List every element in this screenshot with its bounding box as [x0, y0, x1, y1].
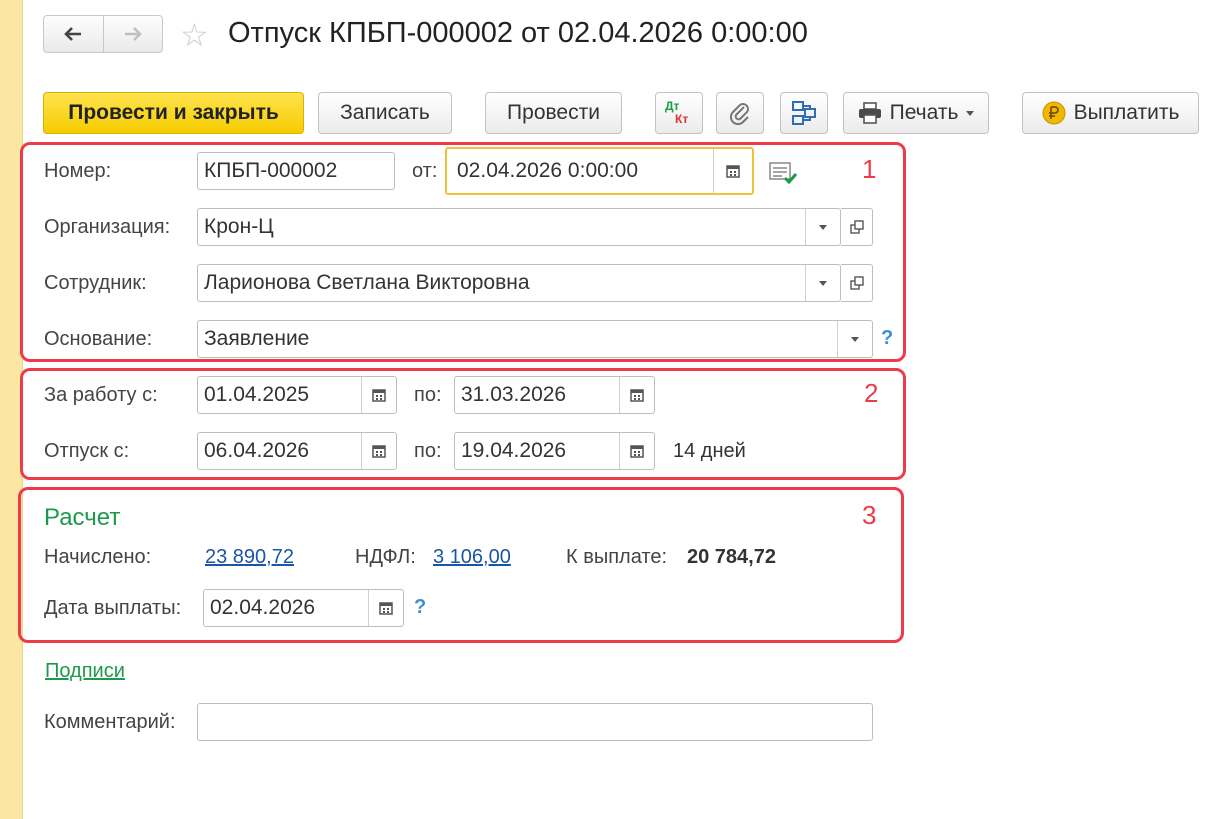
payment-date-help-icon[interactable]: ? — [414, 596, 426, 619]
favorite-star-icon[interactable]: ☆ — [180, 17, 209, 53]
work-from-value: 01.04.2025 — [204, 383, 310, 406]
calendar-icon[interactable] — [713, 149, 752, 193]
forward-arrow-icon[interactable] — [104, 16, 163, 52]
calendar-icon[interactable] — [361, 433, 396, 469]
comment-label: Комментарий: — [44, 711, 176, 733]
pay-label: Выплатить — [1073, 101, 1180, 124]
accrued-label: Начислено: — [44, 546, 152, 568]
basis-field[interactable]: Заявление — [197, 320, 873, 358]
edit-number-icon[interactable] — [768, 160, 798, 192]
work-to-field[interactable]: 31.03.2026 — [454, 376, 655, 414]
ndfl-label: НДФЛ: — [355, 546, 416, 568]
organization-open-icon[interactable] — [841, 208, 873, 246]
number-value: КПБП-000002 — [204, 159, 338, 182]
basis-dropdown-icon[interactable] — [837, 321, 872, 357]
employee-open-icon[interactable] — [841, 264, 873, 302]
from-label: от: — [412, 160, 438, 182]
document-date-field[interactable]: 02.04.2026 0:00:00 — [445, 147, 754, 195]
vacation-days-count: 14 дней — [673, 440, 746, 462]
employee-value: Ларионова Светлана Викторовна — [204, 271, 530, 294]
calendar-icon[interactable] — [368, 590, 403, 626]
organization-dropdown-icon[interactable] — [805, 209, 840, 245]
post-button[interactable]: Провести — [485, 92, 622, 134]
calendar-icon[interactable] — [619, 433, 654, 469]
vacation-to-value: 19.04.2026 — [461, 439, 567, 462]
employee-label: Сотрудник: — [44, 272, 147, 294]
employee-dropdown-icon[interactable] — [805, 265, 840, 301]
accrued-amount-link[interactable]: 23 890,72 — [205, 546, 294, 569]
print-dropdown-icon — [966, 110, 975, 116]
back-arrow-icon[interactable] — [44, 16, 103, 52]
payment-date-field[interactable]: 02.04.2026 — [203, 589, 404, 627]
vacation-from-field[interactable]: 06.04.2026 — [197, 432, 397, 470]
employee-field[interactable]: Ларионова Светлана Викторовна — [197, 264, 841, 302]
work-to-label: по: — [414, 384, 442, 406]
signatures-link[interactable]: Подписи — [45, 660, 125, 683]
structure-button[interactable] — [780, 92, 828, 134]
print-label: Печать — [889, 101, 959, 124]
work-from-label: За работу с: — [44, 384, 158, 406]
dt-kt-top: Дт — [665, 99, 680, 113]
work-to-value: 31.03.2026 — [461, 383, 567, 406]
comment-field[interactable] — [197, 703, 873, 741]
navigation-buttons — [43, 15, 163, 53]
vacation-from-value: 06.04.2026 — [204, 439, 310, 462]
vacation-from-label: Отпуск с: — [44, 440, 130, 462]
payment-date-value: 02.04.2026 — [210, 596, 316, 619]
ruble-coin-icon — [1042, 101, 1066, 125]
section-3-marker: 3 — [862, 500, 877, 530]
pay-button[interactable]: Выплатить — [1022, 92, 1199, 134]
number-field[interactable]: КПБП-000002 — [197, 152, 395, 190]
paperclip-icon — [729, 103, 749, 125]
document-date-value: 02.04.2026 0:00:00 — [457, 159, 639, 182]
dt-kt-button[interactable]: Дт Кт — [655, 92, 703, 134]
to-pay-amount: 20 784,72 — [687, 546, 776, 568]
basis-label: Основание: — [44, 328, 153, 350]
vacation-to-field[interactable]: 19.04.2026 — [454, 432, 655, 470]
comment-value — [198, 704, 872, 740]
to-pay-label: К выплате: — [566, 546, 668, 568]
basis-value: Заявление — [204, 327, 310, 350]
section-1-marker: 1 — [862, 154, 877, 184]
dt-kt-icon: Дт Кт — [663, 99, 695, 127]
post-and-close-button[interactable]: Провести и закрыть — [43, 92, 304, 134]
payment-date-label: Дата выплаты: — [44, 597, 182, 619]
document-structure-icon — [792, 101, 816, 125]
save-button[interactable]: Записать — [318, 92, 452, 134]
print-button[interactable]: Печать — [843, 92, 989, 134]
organization-field[interactable]: Крон-Ц — [197, 208, 841, 246]
basis-help-icon[interactable]: ? — [881, 327, 893, 350]
attach-button[interactable] — [716, 92, 764, 134]
calculation-section-title: Расчет — [44, 504, 121, 531]
section-2-marker: 2 — [864, 378, 879, 408]
printer-icon — [858, 102, 881, 124]
organization-label: Организация: — [44, 216, 171, 238]
organization-value: Крон-Ц — [204, 215, 274, 238]
number-label: Номер: — [44, 160, 112, 182]
work-from-field[interactable]: 01.04.2025 — [197, 376, 397, 414]
vacation-to-label: по: — [414, 440, 442, 462]
ndfl-amount-link[interactable]: 3 106,00 — [433, 546, 511, 569]
page-title: Отпуск КПБП-000002 от 02.04.2026 0:00:00 — [228, 17, 808, 49]
dt-kt-bottom: Кт — [675, 112, 689, 126]
calendar-icon[interactable] — [619, 377, 654, 413]
calendar-icon[interactable] — [361, 377, 396, 413]
